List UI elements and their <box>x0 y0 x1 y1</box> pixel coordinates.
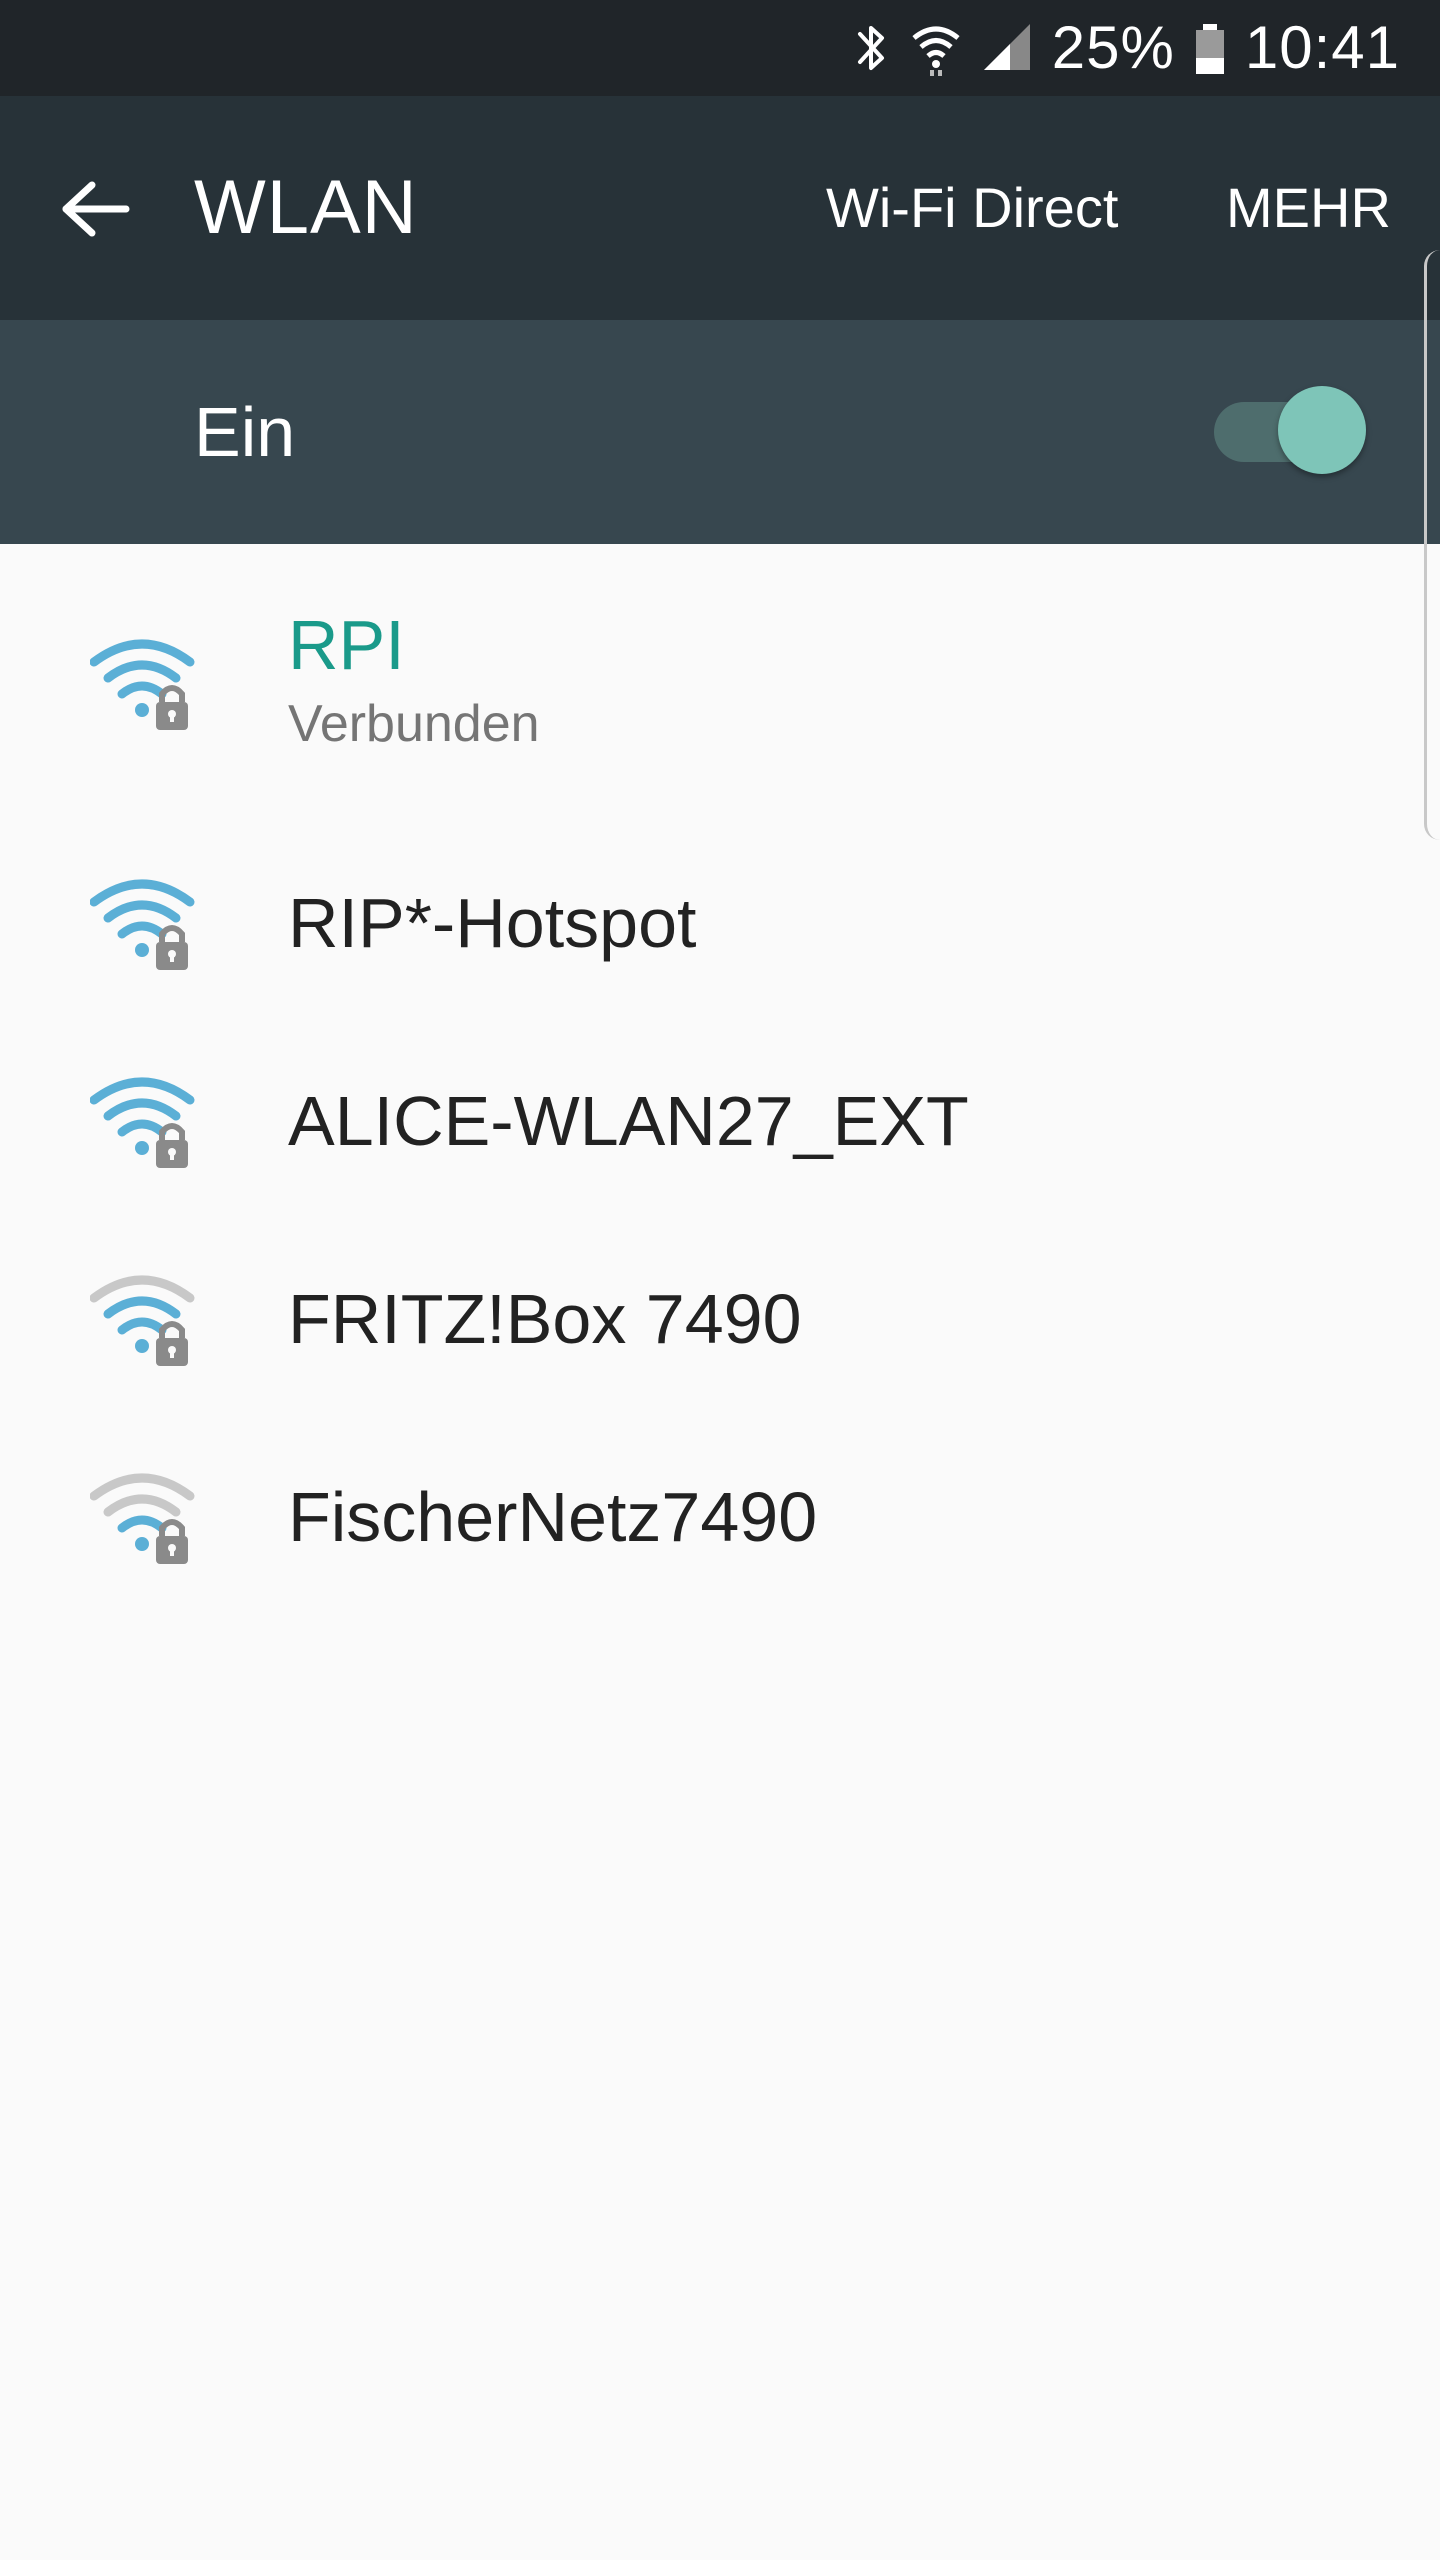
network-item[interactable]: ALICE-WLAN27_EXT <box>0 1022 1440 1220</box>
battery-percent: 25% <box>1051 14 1175 81</box>
toggle-knob <box>1278 386 1366 474</box>
bluetooth-icon <box>852 18 892 78</box>
back-button[interactable] <box>50 166 140 256</box>
network-list: RPI Verbunden RIP*-Hotspot ALICE-WLAN27_… <box>0 544 1440 1616</box>
cell-signal-icon <box>980 18 1034 78</box>
wifi-lock-icon <box>89 1466 200 1566</box>
wlan-settings-screen: 25% 10:41 WLAN Wi-Fi Direct MEHR Ein RPI… <box>0 0 1440 2560</box>
status-icons: 25% 10:41 <box>852 0 1400 96</box>
wifi-status-icon <box>910 18 962 78</box>
more-button[interactable]: MEHR <box>1226 96 1391 320</box>
network-name: RPI <box>288 606 405 684</box>
network-status: Verbunden <box>288 695 540 753</box>
wifi-lock-icon <box>89 1070 200 1170</box>
network-item[interactable]: FRITZ!Box 7490 <box>0 1220 1440 1418</box>
wifi-lock-icon <box>89 632 200 732</box>
network-name: FRITZ!Box 7490 <box>288 1280 802 1358</box>
app-bar: WLAN Wi-Fi Direct MEHR <box>0 96 1440 320</box>
switch-label: Ein <box>194 393 296 471</box>
page-title: WLAN <box>194 165 418 250</box>
wlan-toggle[interactable] <box>1214 386 1366 474</box>
wifi-lock-icon <box>89 872 200 972</box>
network-item[interactable]: FischerNetz7490 <box>0 1418 1440 1616</box>
wlan-master-switch-row[interactable]: Ein <box>0 320 1440 544</box>
wifi-lock-icon <box>89 1268 200 1368</box>
arrow-back-icon <box>60 179 130 244</box>
network-item[interactable]: RIP*-Hotspot <box>0 824 1440 1022</box>
battery-icon <box>1193 18 1227 78</box>
clock: 10:41 <box>1244 14 1400 81</box>
status-bar: 25% 10:41 <box>0 0 1440 96</box>
wifi-direct-button[interactable]: Wi-Fi Direct <box>826 96 1118 320</box>
network-item[interactable]: RPI Verbunden <box>0 544 1440 824</box>
network-name: RIP*-Hotspot <box>288 884 697 962</box>
network-name: ALICE-WLAN27_EXT <box>288 1082 969 1160</box>
network-name: FischerNetz7490 <box>288 1478 818 1556</box>
